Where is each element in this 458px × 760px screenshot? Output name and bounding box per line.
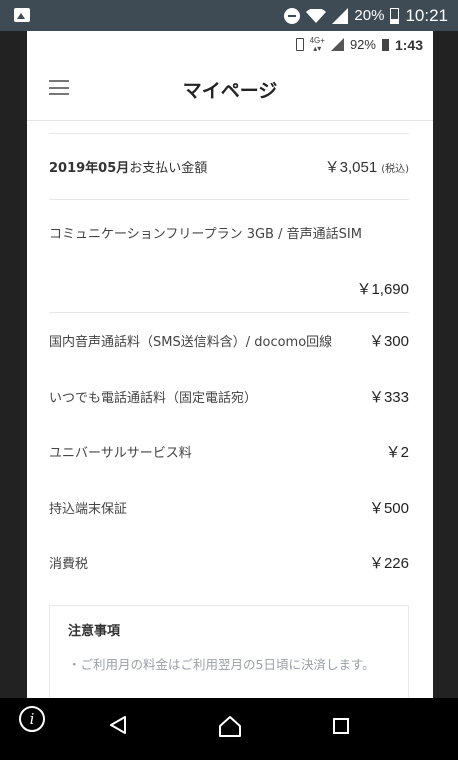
battery-icon <box>381 38 389 51</box>
battery-icon <box>390 7 400 24</box>
home-icon[interactable] <box>218 715 242 737</box>
payment-summary-row: 2019年05月お支払い金額 ￥3,051 (税込) <box>49 134 409 200</box>
fee-label: 国内音声通話料（SMS送信料含）/ docomo回線 <box>49 335 333 351</box>
clock: 10:21 <box>405 5 448 25</box>
inner-battery-percent: 92% <box>349 37 376 52</box>
billing-content: 2019年05月お支払い金額 ￥3,051 (税込) コミュニケーションフリープラ… <box>27 121 433 698</box>
signal-icon <box>332 7 349 24</box>
gallery-notification-icon <box>14 8 30 22</box>
system-status-bar: 20% 10:21 <box>0 0 458 31</box>
recent-apps-icon[interactable] <box>333 718 349 734</box>
fee-amount: ￥300 <box>368 333 409 351</box>
fee-label: ユニバーサルサービス料 <box>49 446 192 462</box>
payment-label: お支払い金額 <box>129 161 208 176</box>
phone-screen: 4G+ ▴▾ 92% 1:43 マイページ 2019年05月お支払い金額 ￥3,0… <box>27 31 433 698</box>
navigation-bar: i <box>0 698 458 760</box>
page-title: マイページ <box>182 80 278 102</box>
fee-row: 消費税 ￥226 <box>49 535 409 591</box>
fee-label: 消費税 <box>49 557 89 573</box>
fee-label: いつでも電話通話料（固定電話宛） <box>49 390 258 406</box>
vibrate-icon <box>295 38 304 51</box>
back-icon[interactable] <box>108 715 128 735</box>
fee-label: 持込端末保証 <box>49 501 128 517</box>
network-type: 4G+ ▴▾ <box>309 35 325 53</box>
notice-text: ・ご利用月の料金はご利用翌月の5日頃に決済します。 <box>68 656 375 672</box>
divider <box>49 121 409 134</box>
fee-row: ユニバーサルサービス料 ￥2 <box>49 424 409 480</box>
signal-icon <box>330 38 344 51</box>
battery-percent: 20% <box>354 7 385 24</box>
plan-name: コミュニケーションフリープラン 3GB / 音声通話SIM <box>49 227 362 242</box>
inner-clock: 1:43 <box>394 36 423 53</box>
do-not-disturb-icon <box>284 7 301 24</box>
payment-amount: ￥3,051 <box>324 159 378 176</box>
notice-box: 注意事項 ・ご利用月の料金はご利用翌月の5日頃に決済します。 <box>49 604 409 698</box>
fee-amount: ￥226 <box>368 555 409 573</box>
info-icon[interactable]: i <box>19 706 45 732</box>
wifi-icon <box>306 8 327 23</box>
fee-amount: ￥2 <box>385 444 409 462</box>
inner-status-bar: 4G+ ▴▾ 92% 1:43 <box>27 31 433 58</box>
fee-row: いつでも電話通話料（固定電話宛） ￥333 <box>49 369 409 425</box>
fee-row: 持込端末保証 ￥500 <box>49 480 409 536</box>
app-header: マイページ <box>27 58 433 121</box>
fee-amount: ￥333 <box>368 388 409 406</box>
billing-month: 2019年05月 <box>49 161 130 176</box>
fee-row: 国内音声通話料（SMS送信料含）/ docomo回線 ￥300 <box>49 313 409 369</box>
plan-price: ￥1,690 <box>356 281 409 298</box>
fee-amount: ￥500 <box>368 499 409 517</box>
plan-row: コミュニケーションフリープラン 3GB / 音声通話SIM ￥1,690 <box>49 200 409 313</box>
notice-title: 注意事項 <box>68 623 121 639</box>
tax-note: (税込) <box>381 164 409 175</box>
